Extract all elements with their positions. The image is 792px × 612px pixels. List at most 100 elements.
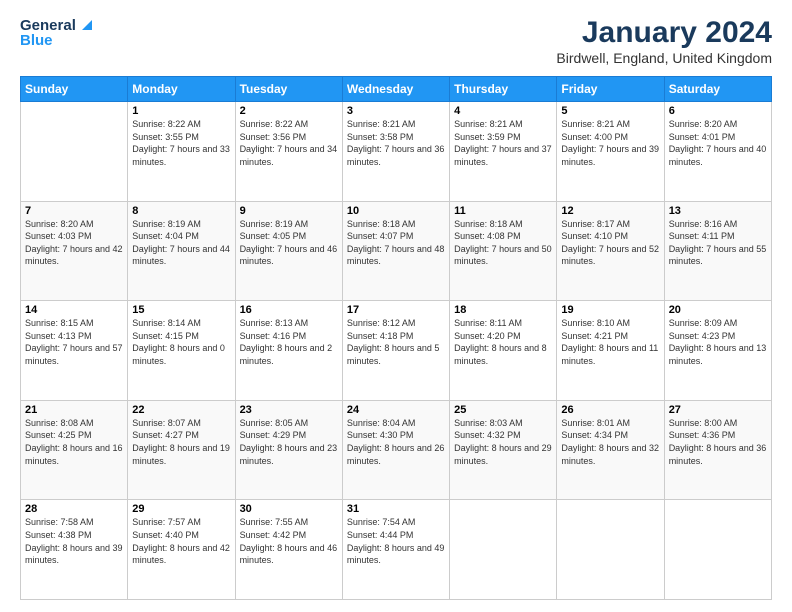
day-cell: 18Sunrise: 8:11 AMSunset: 4:20 PMDayligh…: [450, 301, 557, 401]
day-number: 2: [240, 105, 338, 117]
day-info: Sunrise: 8:11 AMSunset: 4:20 PMDaylight:…: [454, 317, 552, 367]
day-number: 13: [669, 205, 767, 217]
logo: General Blue: [20, 16, 96, 49]
day-info: Sunrise: 8:14 AMSunset: 4:15 PMDaylight:…: [132, 317, 230, 367]
calendar-table: SundayMondayTuesdayWednesdayThursdayFrid…: [20, 76, 772, 600]
day-info: Sunrise: 8:22 AMSunset: 3:55 PMDaylight:…: [132, 118, 230, 168]
day-info: Sunrise: 8:17 AMSunset: 4:10 PMDaylight:…: [561, 218, 659, 268]
day-header-thursday: Thursday: [450, 77, 557, 102]
day-number: 23: [240, 404, 338, 416]
day-number: 12: [561, 205, 659, 217]
day-cell: 25Sunrise: 8:03 AMSunset: 4:32 PMDayligh…: [450, 400, 557, 500]
day-cell: 26Sunrise: 8:01 AMSunset: 4:34 PMDayligh…: [557, 400, 664, 500]
day-cell: 19Sunrise: 8:10 AMSunset: 4:21 PMDayligh…: [557, 301, 664, 401]
day-info: Sunrise: 8:19 AMSunset: 4:04 PMDaylight:…: [132, 218, 230, 268]
day-info: Sunrise: 7:55 AMSunset: 4:42 PMDaylight:…: [240, 516, 338, 566]
day-cell: 12Sunrise: 8:17 AMSunset: 4:10 PMDayligh…: [557, 201, 664, 301]
day-cell: 21Sunrise: 8:08 AMSunset: 4:25 PMDayligh…: [21, 400, 128, 500]
day-number: 20: [669, 304, 767, 316]
day-cell: 11Sunrise: 8:18 AMSunset: 4:08 PMDayligh…: [450, 201, 557, 301]
day-cell: 20Sunrise: 8:09 AMSunset: 4:23 PMDayligh…: [664, 301, 771, 401]
day-number: 8: [132, 205, 230, 217]
day-info: Sunrise: 8:03 AMSunset: 4:32 PMDaylight:…: [454, 417, 552, 467]
day-cell: 24Sunrise: 8:04 AMSunset: 4:30 PMDayligh…: [342, 400, 449, 500]
day-info: Sunrise: 8:13 AMSunset: 4:16 PMDaylight:…: [240, 317, 338, 367]
day-info: Sunrise: 8:05 AMSunset: 4:29 PMDaylight:…: [240, 417, 338, 467]
day-info: Sunrise: 8:09 AMSunset: 4:23 PMDaylight:…: [669, 317, 767, 367]
day-number: 6: [669, 105, 767, 117]
day-info: Sunrise: 7:54 AMSunset: 4:44 PMDaylight:…: [347, 516, 445, 566]
week-row-2: 14Sunrise: 8:15 AMSunset: 4:13 PMDayligh…: [21, 301, 772, 401]
location: Birdwell, England, United Kingdom: [556, 50, 772, 66]
day-number: 18: [454, 304, 552, 316]
day-info: Sunrise: 8:16 AMSunset: 4:11 PMDaylight:…: [669, 218, 767, 268]
day-cell: 28Sunrise: 7:58 AMSunset: 4:38 PMDayligh…: [21, 500, 128, 600]
day-cell: 7Sunrise: 8:20 AMSunset: 4:03 PMDaylight…: [21, 201, 128, 301]
day-info: Sunrise: 8:20 AMSunset: 4:03 PMDaylight:…: [25, 218, 123, 268]
week-row-0: 1Sunrise: 8:22 AMSunset: 3:55 PMDaylight…: [21, 102, 772, 202]
day-cell: 10Sunrise: 8:18 AMSunset: 4:07 PMDayligh…: [342, 201, 449, 301]
day-number: 11: [454, 205, 552, 217]
logo-arrow-icon: [78, 16, 96, 34]
day-number: 10: [347, 205, 445, 217]
day-cell: 6Sunrise: 8:20 AMSunset: 4:01 PMDaylight…: [664, 102, 771, 202]
week-row-3: 21Sunrise: 8:08 AMSunset: 4:25 PMDayligh…: [21, 400, 772, 500]
day-cell: 8Sunrise: 8:19 AMSunset: 4:04 PMDaylight…: [128, 201, 235, 301]
day-cell: [21, 102, 128, 202]
day-number: 21: [25, 404, 123, 416]
day-info: Sunrise: 8:18 AMSunset: 4:07 PMDaylight:…: [347, 218, 445, 268]
day-number: 26: [561, 404, 659, 416]
day-info: Sunrise: 8:22 AMSunset: 3:56 PMDaylight:…: [240, 118, 338, 168]
day-cell: 30Sunrise: 7:55 AMSunset: 4:42 PMDayligh…: [235, 500, 342, 600]
day-number: 28: [25, 503, 123, 515]
day-number: 4: [454, 105, 552, 117]
day-header-sunday: Sunday: [21, 77, 128, 102]
logo-graphic: General Blue: [20, 16, 96, 49]
day-cell: [450, 500, 557, 600]
day-info: Sunrise: 8:00 AMSunset: 4:36 PMDaylight:…: [669, 417, 767, 467]
day-info: Sunrise: 8:19 AMSunset: 4:05 PMDaylight:…: [240, 218, 338, 268]
day-cell: [664, 500, 771, 600]
day-cell: 29Sunrise: 7:57 AMSunset: 4:40 PMDayligh…: [128, 500, 235, 600]
day-number: 1: [132, 105, 230, 117]
day-cell: 14Sunrise: 8:15 AMSunset: 4:13 PMDayligh…: [21, 301, 128, 401]
day-number: 24: [347, 404, 445, 416]
day-header-tuesday: Tuesday: [235, 77, 342, 102]
day-header-saturday: Saturday: [664, 77, 771, 102]
week-row-4: 28Sunrise: 7:58 AMSunset: 4:38 PMDayligh…: [21, 500, 772, 600]
title-block: January 2024 Birdwell, England, United K…: [556, 16, 772, 66]
day-number: 27: [669, 404, 767, 416]
day-header-wednesday: Wednesday: [342, 77, 449, 102]
day-info: Sunrise: 8:04 AMSunset: 4:30 PMDaylight:…: [347, 417, 445, 467]
day-number: 7: [25, 205, 123, 217]
day-number: 25: [454, 404, 552, 416]
day-cell: 16Sunrise: 8:13 AMSunset: 4:16 PMDayligh…: [235, 301, 342, 401]
day-cell: 31Sunrise: 7:54 AMSunset: 4:44 PMDayligh…: [342, 500, 449, 600]
day-cell: [557, 500, 664, 600]
day-cell: 23Sunrise: 8:05 AMSunset: 4:29 PMDayligh…: [235, 400, 342, 500]
day-number: 16: [240, 304, 338, 316]
day-number: 9: [240, 205, 338, 217]
day-number: 15: [132, 304, 230, 316]
day-number: 22: [132, 404, 230, 416]
day-info: Sunrise: 8:01 AMSunset: 4:34 PMDaylight:…: [561, 417, 659, 467]
day-cell: 9Sunrise: 8:19 AMSunset: 4:05 PMDaylight…: [235, 201, 342, 301]
day-cell: 1Sunrise: 8:22 AMSunset: 3:55 PMDaylight…: [128, 102, 235, 202]
day-info: Sunrise: 8:07 AMSunset: 4:27 PMDaylight:…: [132, 417, 230, 467]
day-cell: 3Sunrise: 8:21 AMSunset: 3:58 PMDaylight…: [342, 102, 449, 202]
week-row-1: 7Sunrise: 8:20 AMSunset: 4:03 PMDaylight…: [21, 201, 772, 301]
logo-general: General: [20, 17, 76, 34]
day-number: 19: [561, 304, 659, 316]
day-number: 5: [561, 105, 659, 117]
day-info: Sunrise: 7:57 AMSunset: 4:40 PMDaylight:…: [132, 516, 230, 566]
day-number: 29: [132, 503, 230, 515]
day-info: Sunrise: 8:21 AMSunset: 3:58 PMDaylight:…: [347, 118, 445, 168]
day-info: Sunrise: 8:15 AMSunset: 4:13 PMDaylight:…: [25, 317, 123, 367]
day-cell: 5Sunrise: 8:21 AMSunset: 4:00 PMDaylight…: [557, 102, 664, 202]
calendar-page: General Blue January 2024 Birdwell, Engl…: [0, 0, 792, 612]
day-cell: 4Sunrise: 8:21 AMSunset: 3:59 PMDaylight…: [450, 102, 557, 202]
day-info: Sunrise: 8:18 AMSunset: 4:08 PMDaylight:…: [454, 218, 552, 268]
day-number: 3: [347, 105, 445, 117]
day-header-monday: Monday: [128, 77, 235, 102]
day-number: 17: [347, 304, 445, 316]
